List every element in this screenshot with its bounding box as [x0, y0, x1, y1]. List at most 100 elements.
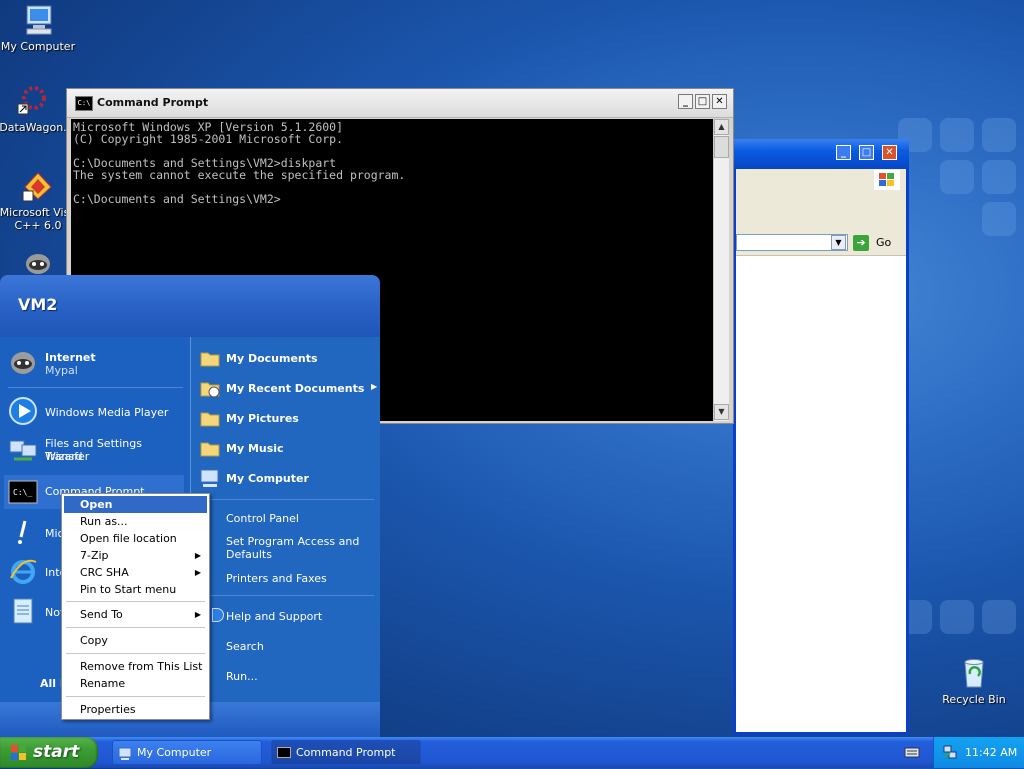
close-button[interactable]: ✕ — [712, 94, 727, 109]
context-item-run-as[interactable]: Run as... — [64, 513, 207, 530]
minimize-button[interactable]: _ — [678, 94, 693, 109]
context-item-open-file-location[interactable]: Open file location — [64, 530, 207, 547]
start-item-my-pictures[interactable]: My Pictures — [199, 407, 375, 431]
my-computer-titlebar[interactable]: _ □ ✕ — [733, 139, 909, 169]
context-item-crc-sha[interactable]: CRC SHA ▶ — [64, 564, 207, 581]
taskbar-button-my-computer[interactable]: My Computer — [112, 740, 262, 765]
visual-studio-icon — [21, 169, 55, 203]
console-line: C:\Documents and Settings\VM2> — [73, 192, 281, 206]
start-button[interactable]: start — [0, 737, 98, 768]
keyboard-icon[interactable] — [904, 745, 920, 759]
start-item-my-documents[interactable]: My Documents — [199, 347, 375, 371]
context-item-label: Pin to Start menu — [80, 583, 177, 596]
start-item-internet[interactable]: Internet Mypal — [8, 347, 183, 381]
start-item-control-panel[interactable]: Control Panel — [199, 507, 375, 529]
start-item-label: My Computer — [226, 472, 309, 485]
taskbar-button-command-prompt[interactable]: Command Prompt — [271, 740, 421, 765]
context-item-label: Rename — [80, 677, 126, 690]
start-item-my-music[interactable]: My Music — [199, 437, 375, 461]
scroll-thumb[interactable] — [714, 136, 729, 158]
command-prompt-titlebar[interactable]: C:\ Command Prompt _ □ ✕ — [67, 89, 733, 118]
go-arrow-icon[interactable]: ➔ — [853, 235, 869, 251]
context-item-label: Run as... — [80, 515, 128, 528]
start-item-label: Windows Media Player — [45, 406, 169, 419]
desktop-icon-datawagon[interactable]: DataWagon. — [0, 84, 73, 134]
context-item-open[interactable]: Open — [64, 496, 207, 513]
start-item-run[interactable]: Run... — [199, 665, 375, 687]
context-item-label: Properties — [80, 703, 136, 716]
my-computer-window[interactable]: _ □ ✕ ▼ ➔ Go — [733, 139, 909, 735]
context-menu[interactable]: Open Run as... Open file location 7-Zip ▶… — [61, 493, 210, 720]
start-menu-places: My Documents My Recent Documents ▶ My Pi… — [190, 337, 380, 702]
start-item-set-program-access[interactable]: Set Program Access and Defaults — [199, 533, 375, 563]
user-name: VM2 — [18, 295, 58, 314]
separator — [66, 601, 205, 602]
datawagon-icon — [16, 84, 50, 118]
taskbar-button-label: My Computer — [137, 746, 212, 759]
address-dropdown-button[interactable]: ▼ — [831, 235, 846, 250]
start-item-internet-explorer[interactable]: Inte — [8, 556, 66, 588]
network-icon[interactable] — [942, 744, 958, 760]
exclamation-icon — [8, 517, 38, 547]
clock[interactable]: 11:42 AM — [965, 746, 1017, 759]
start-item-my-computer[interactable]: My Computer — [199, 467, 375, 491]
close-button[interactable]: ✕ — [882, 145, 897, 160]
desktop-icon-my-computer[interactable]: My Computer — [0, 3, 78, 53]
start-item-transfer-wizard[interactable]: Files and Settings Transfer Wizard — [8, 433, 183, 467]
cmd-icon: C:\_ — [8, 477, 38, 507]
context-item-7zip[interactable]: 7-Zip ▶ — [64, 547, 207, 564]
address-bar: ▼ ➔ Go — [736, 231, 906, 256]
start-item-label: Search — [226, 640, 264, 653]
context-item-pin-to-start[interactable]: Pin to Start menu — [64, 581, 207, 598]
context-item-copy[interactable]: Copy — [64, 632, 207, 649]
context-item-label: Open — [80, 498, 113, 511]
separator — [199, 499, 374, 500]
submenu-arrow-icon: ▶ — [194, 610, 201, 619]
recycle-bin-icon — [957, 656, 991, 690]
scroll-up-button[interactable]: ▲ — [714, 119, 729, 135]
start-item-search[interactable]: Search — [199, 635, 375, 657]
context-item-properties[interactable]: Properties — [64, 701, 207, 718]
notepad-icon — [8, 596, 38, 626]
go-button-label[interactable]: Go — [876, 236, 891, 249]
separator — [66, 696, 205, 697]
start-item-label: Run... — [226, 670, 258, 683]
desktop-icon-label: Recycle Bin — [942, 693, 1006, 706]
desktop-icon-label: My Computer — [0, 40, 76, 53]
start-item-printers[interactable]: Printers and Faxes — [199, 567, 375, 589]
recent-documents-icon — [199, 377, 221, 399]
cmd-icon — [277, 747, 291, 758]
separator — [66, 627, 205, 628]
start-item-notepad[interactable]: Not — [8, 596, 64, 628]
desktop-icon-label: DataWagon. — [0, 121, 67, 134]
start-item-recent-documents[interactable]: My Recent Documents ▶ — [199, 377, 378, 401]
toolbar — [736, 191, 906, 232]
context-item-remove[interactable]: Remove from This List — [64, 658, 207, 675]
start-label: start — [33, 742, 80, 762]
svg-text:C:\_: C:\_ — [13, 488, 32, 497]
context-item-send-to[interactable]: Send To ▶ — [64, 606, 207, 623]
raccoon-desktop-icon[interactable] — [22, 248, 54, 274]
windows-logo-icon — [874, 170, 900, 190]
start-item-label: Defaults — [226, 548, 272, 561]
maximize-button[interactable]: □ — [695, 94, 710, 109]
cmd-icon: C:\ — [75, 96, 93, 111]
context-item-rename[interactable]: Rename — [64, 675, 207, 692]
submenu-arrow-icon: ▶ — [371, 382, 378, 391]
windows-logo-icon — [10, 744, 28, 762]
vertical-scrollbar[interactable]: ▲ ▼ — [713, 119, 729, 421]
start-item-help[interactable]: Help and Support — [199, 605, 375, 627]
scroll-down-button[interactable]: ▼ — [714, 404, 729, 420]
menu-bar — [736, 169, 906, 192]
minimize-button[interactable]: _ — [836, 145, 851, 160]
start-item-mic[interactable]: Mic — [8, 517, 64, 549]
transfer-wizard-icon — [8, 433, 38, 463]
context-item-label: Remove from This List — [80, 660, 203, 673]
maximize-button[interactable]: □ — [859, 145, 874, 160]
start-item-media-player[interactable]: Windows Media Player — [8, 396, 183, 428]
separator — [66, 653, 205, 654]
folder-documents-icon — [199, 347, 221, 369]
desktop-icon-recycle-bin[interactable]: Recycle Bin — [934, 656, 1014, 706]
folder-music-icon — [199, 437, 221, 459]
start-menu-header: VM2 — [0, 275, 380, 337]
